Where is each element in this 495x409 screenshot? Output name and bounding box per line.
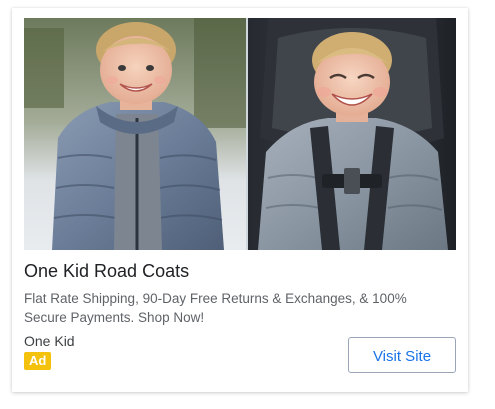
ad-headline[interactable]: One Kid Road Coats — [24, 260, 454, 282]
ad-description: Flat Rate Shipping, 90-Day Free Returns … — [24, 291, 407, 325]
ad-card[interactable]: One Kid Road Coats Flat Rate Shipping, 9… — [12, 8, 468, 392]
ad-badge: Ad — [24, 352, 52, 370]
product-photo-outdoor — [24, 18, 246, 250]
advertiser-name: One Kid — [24, 333, 75, 349]
ad-image[interactable] — [24, 18, 456, 250]
visit-site-button[interactable]: Visit Site — [348, 337, 456, 373]
product-photo-car-seat — [248, 18, 456, 250]
